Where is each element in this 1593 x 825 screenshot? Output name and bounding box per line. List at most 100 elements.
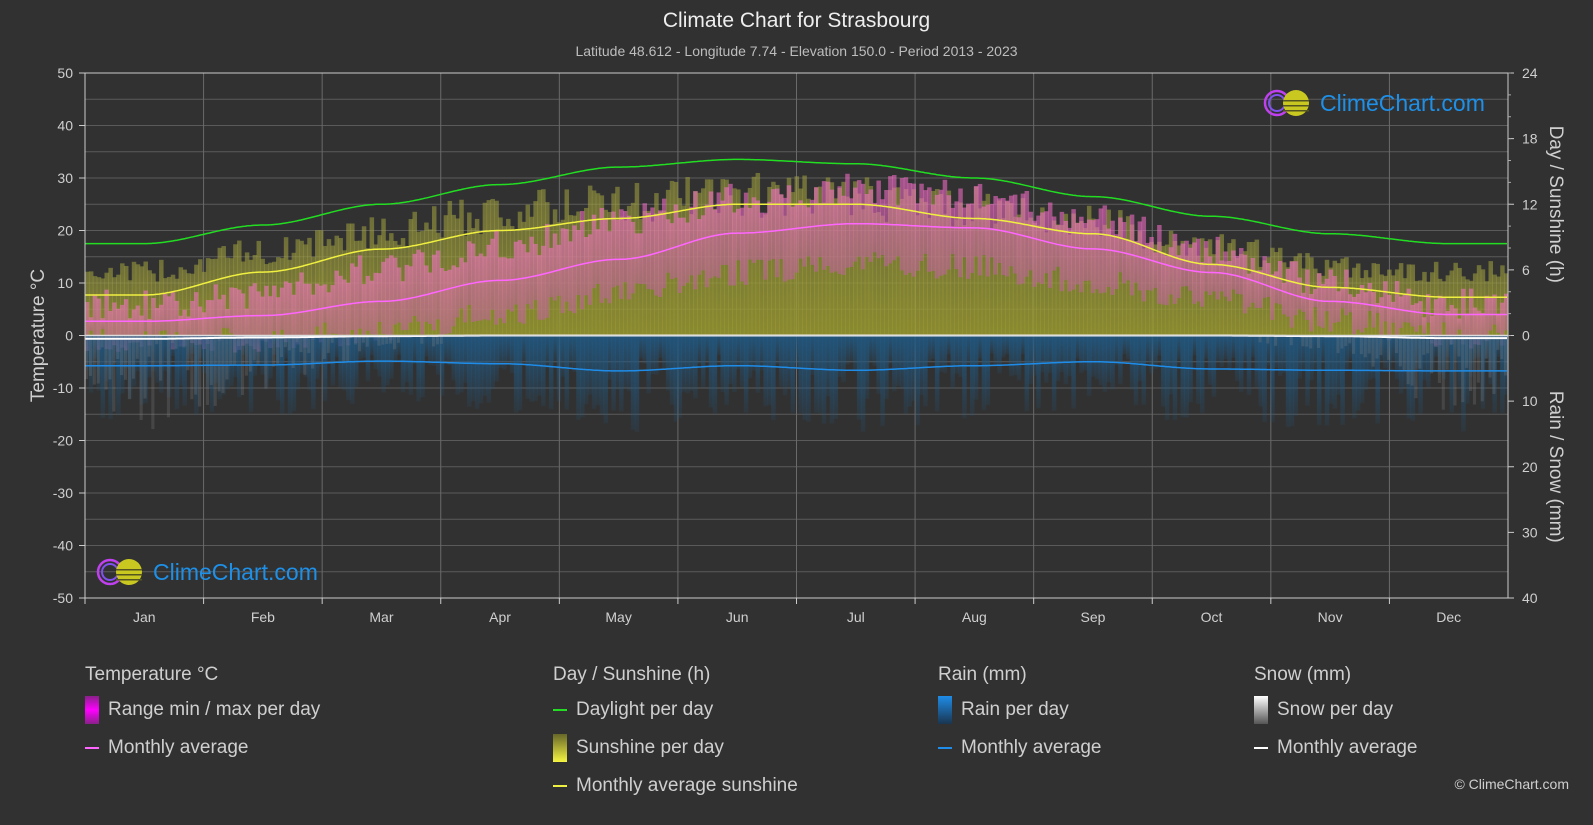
- rain-day-bar: [1285, 335, 1291, 428]
- rain-day-bar: [1219, 335, 1224, 368]
- temp-range-day-bar: [1036, 215, 1041, 283]
- legend-label: Monthly average: [961, 737, 1102, 758]
- temp-range-day-bar: [381, 261, 386, 334]
- snow-day-bar: [155, 335, 159, 345]
- snow-day-bar: [303, 335, 307, 375]
- temp-range-day-bar: [1133, 240, 1139, 283]
- rain-day-bar: [1032, 335, 1037, 376]
- temp-range-day-bar: [1094, 219, 1100, 290]
- rain-day-bar: [720, 335, 725, 393]
- snow-day-bar: [1445, 335, 1449, 370]
- temp-range-day-bar: [92, 295, 98, 337]
- rain-day-bar: [1172, 335, 1178, 421]
- temp-range-day-bar: [541, 245, 546, 320]
- snow-day-bar: [256, 335, 260, 365]
- rain-day-bar: [1391, 335, 1396, 362]
- logo-top-right[interactable]: ClimeChart.com: [1262, 88, 1485, 118]
- rain-day-bar: [1168, 335, 1174, 395]
- temp-range-day-bar: [1492, 294, 1497, 325]
- rain-day-bar: [463, 335, 468, 383]
- snow-day-bar: [104, 335, 108, 390]
- rain-day-bar: [533, 335, 538, 401]
- rain-day-bar: [806, 335, 811, 422]
- rain-day-bar: [1200, 335, 1205, 414]
- temp-range-day-bar: [587, 234, 593, 305]
- temp-range-day-bar: [439, 268, 445, 335]
- rain-day-bar: [517, 335, 523, 411]
- temp-range-day-bar: [1079, 216, 1084, 293]
- temp-range-day-bar: [681, 217, 686, 286]
- rain-day-bar: [455, 335, 460, 395]
- temp-range-day-bar: [517, 240, 523, 323]
- rain-day-bar: [506, 335, 511, 364]
- temp-range-day-bar: [1277, 261, 1283, 305]
- temp-range-day-bar: [166, 296, 172, 336]
- rain-day-bar: [1254, 335, 1260, 388]
- rain-day-bar: [962, 335, 967, 419]
- rain-day-bar: [817, 335, 823, 414]
- rain-day-bar: [334, 335, 340, 358]
- snow-day-bar: [279, 335, 284, 358]
- legend-rain: Rain (mm) Rain per day Monthly average: [938, 664, 1101, 774]
- right-tick-label-sunshine: 0: [1522, 328, 1530, 344]
- temp-range-day-bar: [903, 177, 909, 275]
- copyright[interactable]: © ClimeChart.com: [1454, 776, 1569, 792]
- logo-bottom-left[interactable]: ClimeChart.com: [95, 557, 318, 587]
- snow-day-bar: [233, 335, 237, 366]
- rain-day-bar: [1079, 335, 1084, 374]
- snow-day-bar: [100, 335, 104, 348]
- temp-range-day-bar: [404, 264, 410, 330]
- temp-range-day-bar: [958, 188, 963, 278]
- rain-day-bar: [591, 335, 597, 410]
- rain-day-bar: [408, 335, 414, 395]
- temp-range-day-bar: [443, 270, 449, 335]
- rain-day-bar: [673, 335, 679, 422]
- temp-range-day-bar: [1090, 220, 1096, 294]
- right-tick-label-rain: 30: [1522, 524, 1538, 540]
- rain-day-bar: [903, 335, 909, 414]
- rain-day-bar: [545, 335, 550, 369]
- temp-range-day-bar: [1387, 294, 1392, 341]
- rain-day-bar: [1059, 335, 1065, 373]
- rain-day-bar: [1102, 335, 1108, 392]
- temp-range-day-bar: [1071, 209, 1076, 290]
- rain-day-bar: [1176, 335, 1182, 360]
- rain-day-bar: [1075, 335, 1080, 359]
- rain-day-bar: [541, 335, 546, 407]
- rain-day-bar: [525, 335, 531, 399]
- temp-range-day-bar: [311, 294, 316, 340]
- rain-day-bar: [1196, 335, 1201, 404]
- logo-text: ClimeChart.com: [153, 558, 318, 585]
- rain-day-bar: [1153, 335, 1158, 369]
- temp-range-day-bar: [318, 285, 324, 343]
- temp-range-day-bar: [1367, 283, 1373, 312]
- temp-range-day-bar: [969, 203, 975, 274]
- temp-range-day-bar: [864, 193, 870, 257]
- temp-range-day-bar: [751, 197, 757, 263]
- temp-range-day-bar: [486, 244, 492, 321]
- temp-range-day-bar: [1040, 212, 1045, 285]
- rain-day-bar: [700, 335, 706, 389]
- snow-day-bar: [1469, 335, 1473, 391]
- temp-range-day-bar: [1410, 304, 1416, 327]
- rain-day-bar: [1047, 335, 1053, 374]
- legend-label: Range min / max per day: [108, 699, 321, 720]
- temp-range-day-bar: [455, 267, 460, 318]
- month-label: Mar: [369, 609, 393, 625]
- snow-day-bar: [1480, 335, 1484, 402]
- temp-range-day-bar: [962, 207, 967, 258]
- temp-avg-swatch: [85, 747, 99, 749]
- snow-day-bar: [217, 335, 221, 392]
- temp-range-day-bar: [1242, 254, 1248, 314]
- rain-day-bar: [482, 335, 488, 396]
- temp-range-day-bar: [1383, 281, 1388, 322]
- rain-day-bar: [942, 335, 948, 374]
- temp-range-day-bar: [560, 228, 566, 314]
- rain-day-bar: [786, 335, 792, 388]
- snow-day-bar: [229, 335, 233, 365]
- temp-range-day-bar: [143, 290, 148, 332]
- snow-day-bar: [1472, 335, 1477, 405]
- y-axis-title-sunshine: Day / Sunshine (h): [1545, 126, 1566, 283]
- rain-day-bar: [467, 335, 472, 407]
- rain-day-bar: [759, 335, 764, 371]
